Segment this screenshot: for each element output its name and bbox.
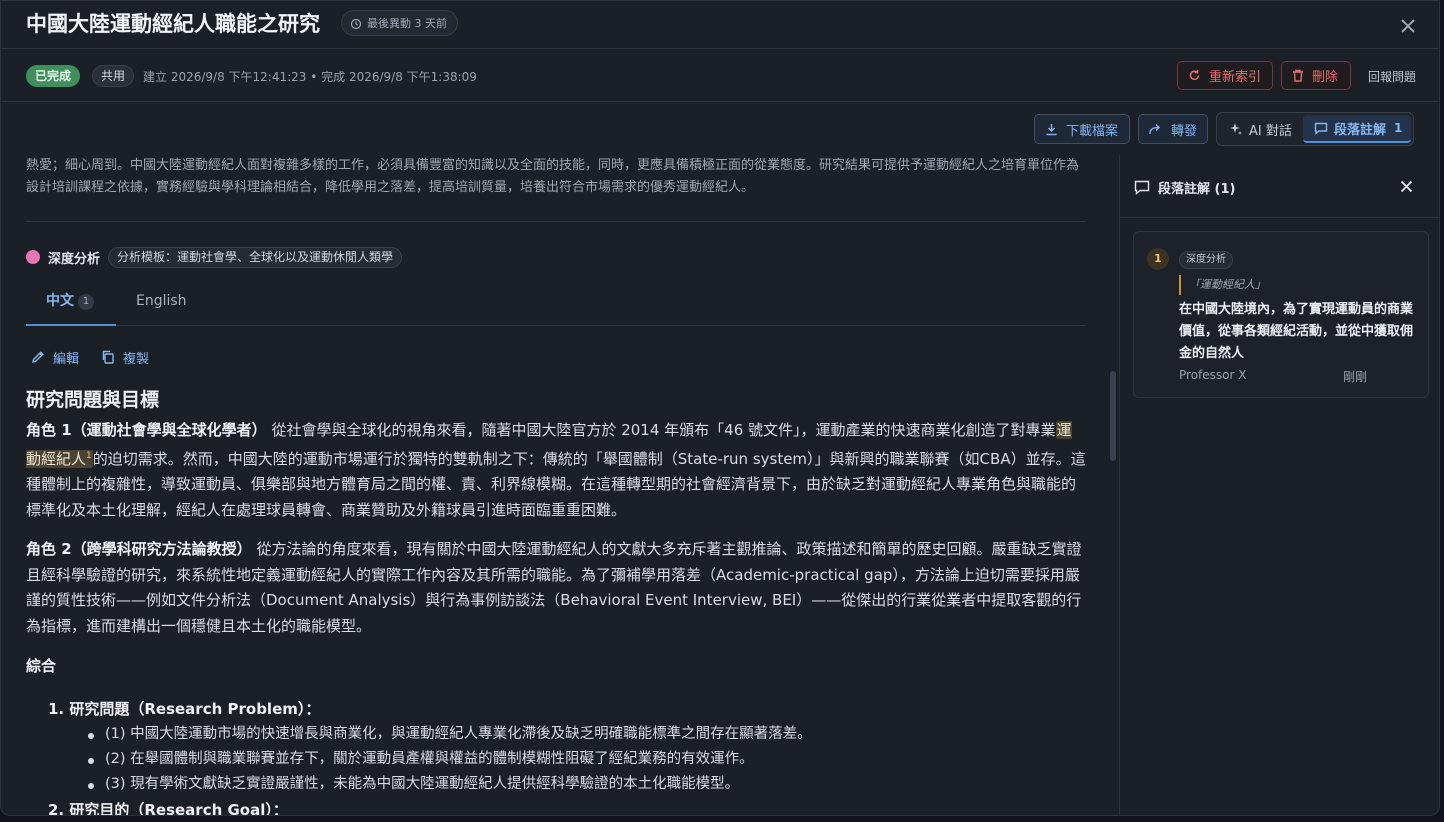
download-label: 下載檔案 — [1066, 123, 1119, 139]
reindex-button[interactable]: 重新索引 — [1177, 61, 1273, 90]
tab-chinese-label: 中文 — [46, 293, 74, 309]
role1-paragraph: 角色 1（運動社會學與全球化學者） 從社會學與全球化的視角來看，隨著中國大陸官方… — [26, 418, 1086, 523]
close-panel-button[interactable] — [1396, 176, 1416, 196]
download-button[interactable]: 下載檔案 — [1034, 114, 1130, 144]
language-tabs: 中文 1 English — [26, 283, 1085, 326]
page-title: 中國大陸運動經紀人職能之研究 — [26, 12, 320, 36]
annotations-button[interactable]: 段落註解 1 — [1303, 115, 1411, 143]
list-subitem-text: (3) 現有學術文獻缺乏實證嚴謹性，未能為中國大陸運動經紀人提供經科學驗證的本土… — [105, 776, 740, 792]
panel-toggle-group: AI 對話 段落註解 1 — [1216, 112, 1414, 146]
list-item-label: 2. 研究目的（Research Goal）： — [48, 801, 288, 816]
deep-analysis-label: 深度分析 — [48, 251, 101, 267]
copy-icon — [102, 350, 114, 364]
divider — [26, 221, 1085, 222]
list-subitem: (3) 現有學術文獻缺乏實證嚴謹性，未能為中國大陸運動經紀人提供經科學驗證的本土… — [48, 772, 1088, 797]
section-heading: 研究問題與目標 — [26, 389, 160, 411]
annotations-panel-title: 段落註解 (1) — [1134, 178, 1235, 197]
role2-paragraph: 角色 2（跨學科研究方法論教授） 從方法論的角度來看，現有關於中國大陸運動經紀人… — [26, 537, 1086, 639]
list-subitem: (1) 中國大陸運動市場的快速增長與商業化，與運動經紀人專業化滯後及缺乏明確職能… — [48, 722, 1088, 747]
copy-label: 複製 — [123, 351, 150, 367]
annotation-number: 1 — [1147, 248, 1169, 270]
trash-icon — [1293, 69, 1303, 82]
content-scrollbar[interactable] — [1110, 371, 1116, 461]
brain-icon — [26, 250, 40, 264]
close-icon — [1401, 18, 1415, 33]
annotation-card[interactable]: 1 深度分析 「運動經紀人」 在中國大陸境內，為了實現運動員的商業價值，從事各類… — [1133, 231, 1429, 398]
history-icon — [350, 17, 362, 30]
list-subitem-text: (2) 在舉國體制與職業聯賽並存下，關於運動員產權與權益的體制模糊性阻礙了經紀業… — [105, 751, 754, 767]
modal-header: 中國大陸運動經紀人職能之研究 最後異動 3 天前 — [1, 1, 1439, 49]
meta-row: 已完成 共用 建立 2026/9/8 下午12:41:23 • 完成 2026/… — [1, 50, 1439, 102]
summary-list: 1. 研究問題（Research Problem）： (1) 中國大陸運動市場的… — [48, 696, 1088, 816]
role2-title: 角色 2（跨學科研究方法論教授） — [26, 540, 252, 558]
forward-button[interactable]: 轉發 — [1138, 114, 1208, 144]
content-actions: 編輯 複製 — [31, 347, 149, 367]
list-item: 1. 研究問題（Research Problem）： — [48, 696, 1088, 722]
forward-icon — [1149, 123, 1161, 135]
role1-text-a: 從社會學與全球化的視角來看，隨著中國大陸官方於 2014 年頒布「46 號文件」… — [266, 421, 1056, 439]
list-item-label: 1. 研究問題（Research Problem）： — [48, 700, 321, 718]
refresh-icon — [1189, 70, 1200, 81]
comment-icon — [1134, 180, 1150, 195]
summary-heading: 綜合 — [26, 657, 57, 675]
timestamps: 建立 2026/9/8 下午12:41:23 • 完成 2026/9/8 下午1… — [143, 70, 477, 84]
modified-text: 最後異動 3 天前 — [367, 17, 447, 30]
annotations-count: 1 — [1394, 121, 1403, 135]
annotation-time: 剛剛 — [1343, 370, 1368, 384]
list-item: 2. 研究目的（Research Goal）： — [48, 797, 1088, 816]
edit-button[interactable]: 編輯 — [31, 347, 79, 367]
annotation-tag: 深度分析 — [1179, 251, 1233, 269]
template-badge: 分析模板：運動社會學、全球化以及運動休閒人類學 — [108, 246, 403, 268]
annotations-panel: 段落註解 (1) 1 深度分析 「運動經紀人」 在中國大陸境內，為了實現運動員的… — [1119, 155, 1439, 815]
annotation-marker[interactable]: 1 — [86, 451, 92, 461]
annotation-author: Professor X — [1179, 368, 1247, 382]
annotations-panel-header: 段落註解 (1) — [1120, 155, 1439, 218]
tab-english[interactable]: English — [116, 283, 206, 326]
copy-button[interactable]: 複製 — [101, 347, 149, 367]
status-badge: 已完成 — [26, 65, 81, 87]
annotations-panel-title-text: 段落註解 (1) — [1158, 182, 1236, 197]
tab-english-label: English — [136, 293, 187, 309]
pencil-icon — [32, 351, 44, 363]
role1-text-b: 的迫切需求。然而，中國大陸的運動市場運行於獨特的雙軌制之下：傳統的「舉國體制（S… — [26, 449, 1086, 519]
tab-chinese[interactable]: 中文 1 — [26, 283, 116, 326]
download-icon — [1046, 123, 1057, 135]
close-icon — [1400, 180, 1412, 192]
shared-badge: 共用 — [92, 65, 135, 87]
document-content: 熱愛；細心周到。中國大陸運動經紀人面對複雜多樣的工作，必須具備豐富的知識以及全面… — [1, 155, 1118, 816]
ai-chat-button[interactable]: AI 對話 — [1219, 115, 1301, 143]
report-issue-link[interactable]: 回報問題 — [1368, 68, 1416, 85]
annotations-label: 段落註解 — [1334, 122, 1387, 138]
list-subitem: (2) 在舉國體制與職業聯賽並存下，關於運動員產權與權益的體制模糊性阻礙了經紀業… — [48, 747, 1088, 772]
annotation-quote: 「運動經紀人」 — [1179, 275, 1266, 295]
tab-chinese-count: 1 — [78, 294, 94, 310]
ai-chat-label: AI 對話 — [1249, 123, 1292, 139]
document-modal: 中國大陸運動經紀人職能之研究 最後異動 3 天前 已完成 共用 建立 2026/… — [0, 0, 1440, 816]
close-modal-button[interactable] — [1397, 13, 1419, 35]
annotation-body: 在中國大陸境內，為了實現運動員的商業價值，從事各類經紀活動，並從中獲取佣金的自然… — [1179, 302, 1414, 361]
modified-badge: 最後異動 3 天前 — [341, 10, 458, 36]
delete-button[interactable]: 刪除 — [1281, 61, 1351, 90]
reindex-label: 重新索引 — [1209, 70, 1262, 85]
abstract-paragraph: 熱愛；細心周到。中國大陸運動經紀人面對複雜多樣的工作，必須具備豐富的知識以及全面… — [26, 158, 1080, 195]
delete-label: 刪除 — [1312, 70, 1339, 85]
list-subitem-text: (1) 中國大陸運動市場的快速增長與商業化，與運動經紀人專業化滯後及缺乏明確職能… — [105, 726, 812, 742]
edit-label: 編輯 — [53, 351, 80, 367]
toolbar: 下載檔案 轉發 AI 對話 段落註解 1 — [1, 103, 1439, 155]
deep-analysis-row: 深度分析 分析模板：運動社會學、全球化以及運動休閒人類學 — [26, 246, 403, 268]
forward-label: 轉發 — [1171, 123, 1198, 139]
role1-title: 角色 1（運動社會學與全球化學者） — [26, 421, 267, 439]
sparkle-icon — [1230, 123, 1242, 135]
comment-icon — [1314, 122, 1328, 135]
